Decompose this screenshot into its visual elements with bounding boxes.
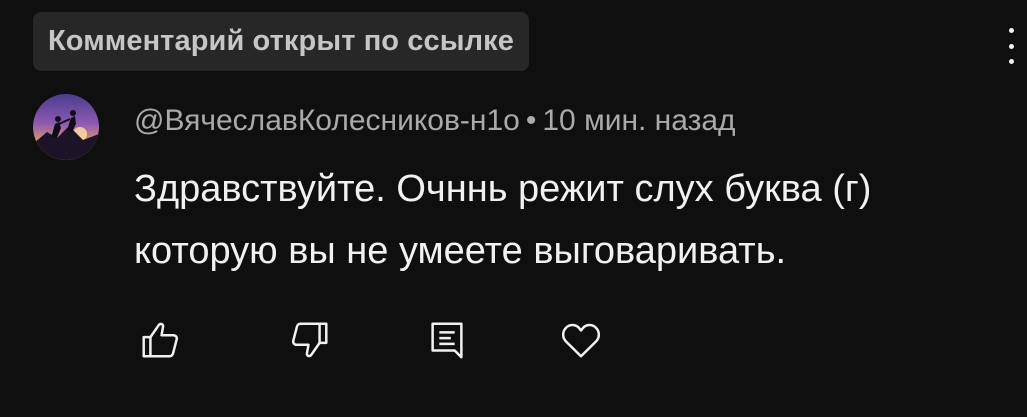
avatar-image bbox=[33, 94, 99, 160]
heart-button[interactable] bbox=[555, 314, 607, 366]
linked-comment-label: Комментарий открыт по ссылке bbox=[48, 25, 514, 57]
comment-text: Здравствуйте. Очннь режит слух буква (г)… bbox=[134, 168, 872, 272]
comment-timestamp: 10 мин. назад bbox=[542, 104, 736, 137]
linked-comment-badge: Комментарий открыт по ссылке bbox=[33, 12, 529, 71]
avatar[interactable] bbox=[33, 94, 99, 160]
comment-header: @ВячеславКолесников-н1о • 10 мин. назад bbox=[134, 101, 736, 141]
thumbs-down-icon bbox=[291, 322, 328, 358]
vertical-dots-icon-dot bbox=[1008, 43, 1014, 49]
comment-author[interactable]: @ВячеславКолесников-н1о bbox=[134, 104, 520, 137]
heart-icon bbox=[561, 323, 601, 358]
vertical-dots-icon-dot bbox=[1008, 59, 1014, 64]
thumbs-up-icon bbox=[142, 322, 179, 358]
header-separator: • bbox=[525, 104, 537, 137]
comment-actions bbox=[0, 314, 1027, 374]
dislike-button[interactable] bbox=[284, 314, 336, 366]
more-options-button[interactable] bbox=[1002, 24, 1020, 68]
vertical-dots-icon bbox=[1008, 28, 1014, 33]
like-button[interactable] bbox=[134, 314, 186, 366]
reply-comment-icon bbox=[431, 322, 463, 359]
reply-button[interactable] bbox=[421, 314, 473, 366]
